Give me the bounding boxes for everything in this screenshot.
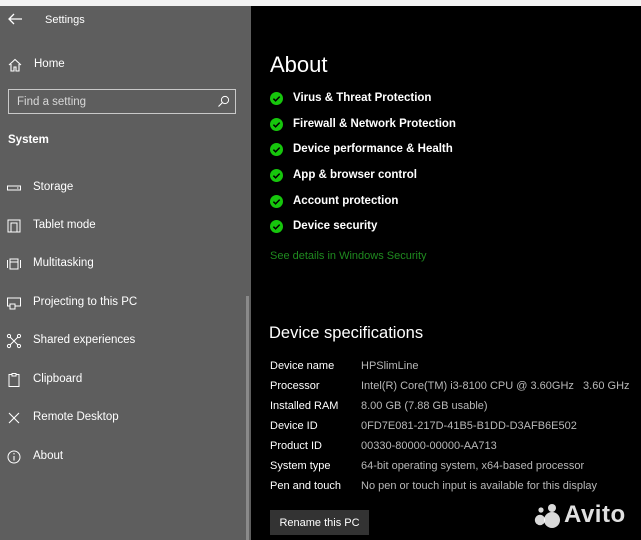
spec-key: Processor — [270, 380, 320, 392]
spec-row-processor: Processor Intel(R) Core(TM) i3-8100 CPU … — [270, 380, 640, 398]
home-icon — [8, 58, 22, 72]
security-item-label: Virus & Threat Protection — [293, 92, 432, 104]
security-item-label: Device security — [293, 220, 378, 232]
spec-row-product-id: Product ID 00330-80000-00000-AA713 — [270, 440, 640, 458]
avito-logo-icon — [534, 504, 560, 528]
rename-pc-button[interactable]: Rename this PC — [270, 510, 369, 535]
spec-key: Device ID — [270, 420, 318, 432]
sidebar: Settings Home System Storage Tablet mode — [0, 6, 251, 540]
spec-value: No pen or touch input is available for t… — [361, 480, 598, 492]
security-item-label: Device performance & Health — [293, 143, 453, 155]
spec-value: Intel(R) Core(TM) i3-8100 CPU @ 3.60GHz … — [361, 380, 630, 392]
search-box[interactable] — [8, 89, 236, 114]
avito-watermark: Avito — [533, 501, 633, 531]
window-title: Settings — [45, 14, 85, 26]
spec-key: Installed RAM — [270, 400, 339, 412]
sidebar-item-label: Tablet mode — [33, 219, 96, 231]
spec-key: Pen and touch — [270, 480, 341, 492]
security-item: Firewall & Network Protection — [270, 116, 620, 136]
sidebar-item-storage[interactable]: Storage — [0, 176, 251, 200]
sidebar-item-label: Shared experiences — [33, 334, 136, 346]
device-specifications-title: Device specifications — [269, 324, 424, 342]
security-item-label: Firewall & Network Protection — [293, 118, 456, 130]
sidebar-item-label: Multitasking — [33, 257, 94, 269]
back-arrow-icon[interactable] — [6, 12, 24, 26]
security-item: Account protection — [270, 193, 620, 213]
spec-key: Device name — [270, 360, 335, 372]
sidebar-item-label: About — [33, 450, 64, 462]
spec-value: HPSlimLine — [361, 360, 419, 372]
clipboard-icon — [8, 373, 20, 387]
sidebar-item-label: Clipboard — [33, 373, 83, 385]
search-input[interactable] — [9, 90, 209, 113]
sidebar-item-projecting[interactable]: Projecting to this PC — [0, 291, 251, 315]
sidebar-item-multitasking[interactable]: Multitasking — [0, 252, 251, 276]
security-item-label: App & browser control — [293, 169, 417, 181]
storage-icon — [7, 185, 21, 191]
check-circle-icon — [270, 195, 283, 208]
check-circle-icon — [270, 220, 283, 233]
security-item: Virus & Threat Protection — [270, 90, 620, 110]
info-icon — [7, 450, 21, 464]
avito-wordmark: Avito — [564, 501, 626, 528]
sidebar-item-remote-desktop[interactable]: Remote Desktop — [0, 406, 251, 430]
spec-value: 00330-80000-00000-AA713 — [361, 440, 497, 452]
sidebar-scrollbar[interactable] — [246, 296, 249, 540]
check-circle-icon — [270, 92, 283, 105]
main-content: About Virus & Threat Protection Firewall… — [251, 6, 641, 540]
shared-experiences-icon — [6, 333, 22, 349]
search-icon[interactable] — [217, 95, 230, 108]
sidebar-item-shared-experiences[interactable]: Shared experiences — [0, 329, 251, 353]
spec-value: 0FD7E081-217D-41B5-B1DD-D3AFB6E502 — [361, 420, 577, 432]
spec-key: Product ID — [270, 440, 322, 452]
spec-row-device-id: Device ID 0FD7E081-217D-41B5-B1DD-D3AFB6… — [270, 420, 640, 438]
spec-value: 8.00 GB (7.88 GB usable) — [361, 400, 488, 412]
sidebar-item-tablet-mode[interactable]: Tablet mode — [0, 214, 251, 238]
security-item: Device performance & Health — [270, 141, 620, 161]
sidebar-item-label: Remote Desktop — [33, 411, 119, 423]
spec-row-device-name: Device name HPSlimLine — [270, 360, 640, 378]
sidebar-item-label: Storage — [33, 181, 74, 193]
spec-key: System type — [270, 460, 331, 472]
spec-row-system-type: System type 64-bit operating system, x64… — [270, 460, 640, 478]
spec-row-installed-ram: Installed RAM 8.00 GB (7.88 GB usable) — [270, 400, 640, 418]
security-item: Device security — [270, 218, 620, 238]
see-details-link[interactable]: See details in Windows Security — [270, 250, 427, 262]
remote-desktop-icon — [8, 412, 20, 424]
sidebar-item-label: Projecting to this PC — [33, 296, 138, 308]
security-item-label: Account protection — [293, 195, 399, 207]
security-item: App & browser control — [270, 167, 620, 187]
section-title-system: System — [8, 134, 49, 146]
home-nav-item[interactable]: Home — [0, 54, 251, 76]
multitasking-icon — [7, 258, 21, 270]
page-title: About — [270, 52, 328, 77]
sidebar-item-about[interactable]: About — [0, 445, 251, 469]
home-label: Home — [34, 58, 65, 70]
projecting-icon — [7, 297, 21, 310]
spec-value: 64-bit operating system, x64-based proce… — [361, 460, 585, 472]
tablet-mode-icon — [7, 219, 21, 233]
check-circle-icon — [270, 143, 283, 156]
check-circle-icon — [270, 118, 283, 131]
spec-row-pen-and-touch: Pen and touch No pen or touch input is a… — [270, 480, 640, 498]
check-circle-icon — [270, 169, 283, 182]
sidebar-item-clipboard[interactable]: Clipboard — [0, 368, 251, 392]
